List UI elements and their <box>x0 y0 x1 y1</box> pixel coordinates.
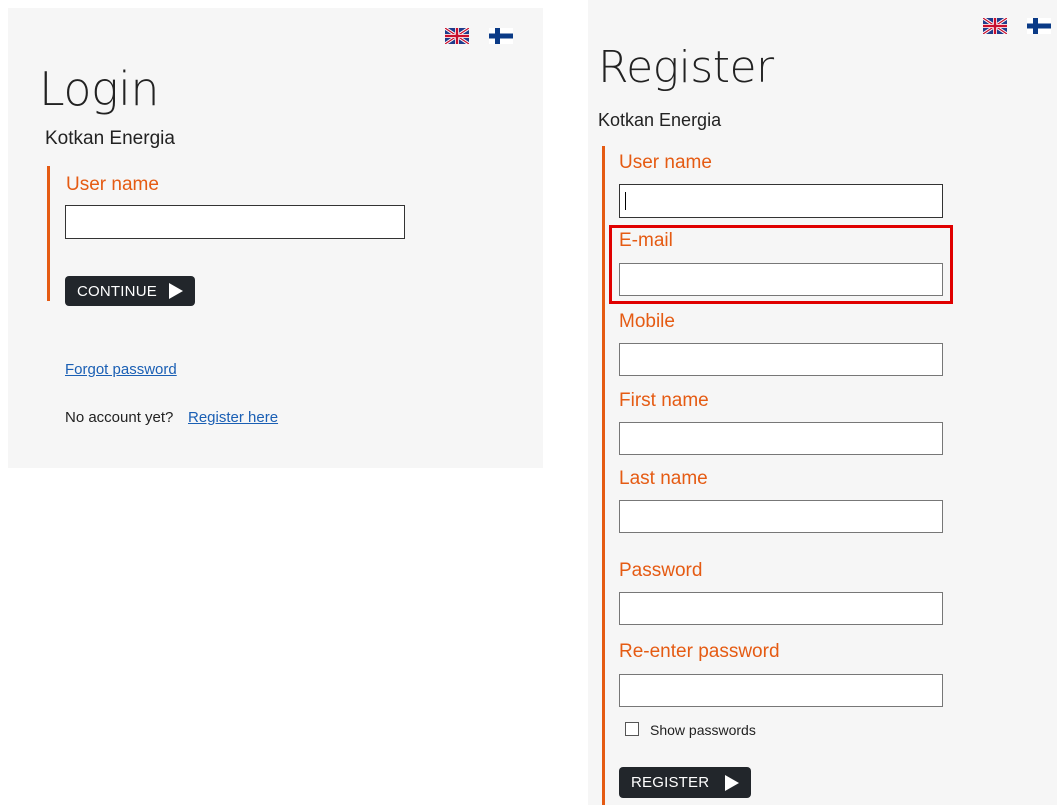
username-input[interactable] <box>65 205 405 239</box>
finnish-flag-icon[interactable] <box>1027 18 1051 34</box>
first-name-input[interactable] <box>619 422 943 455</box>
password-label: Password <box>619 560 703 581</box>
reenter-password-label: Re-enter password <box>619 641 780 662</box>
register-button[interactable]: REGISTER <box>619 767 752 798</box>
show-passwords-label: Show passwords <box>650 722 756 738</box>
form-accent-bar <box>47 166 50 301</box>
page-title: Register <box>598 42 774 93</box>
form-accent-bar <box>602 146 605 805</box>
text-caret <box>625 192 626 210</box>
first-name-label: First name <box>619 390 709 411</box>
page-title: Login <box>39 62 160 116</box>
no-account-text: No account yet? <box>65 409 174 426</box>
continue-label: CONTINUE <box>77 282 157 300</box>
last-name-input[interactable] <box>619 500 943 533</box>
username-input[interactable] <box>619 184 943 218</box>
english-flag-icon[interactable] <box>983 18 1007 34</box>
organization-name: Kotkan Energia <box>45 128 175 149</box>
forgot-password-link[interactable]: Forgot password <box>65 361 177 378</box>
username-label: User name <box>66 174 159 195</box>
mobile-label: Mobile <box>619 311 675 332</box>
english-flag-icon[interactable] <box>445 28 469 44</box>
password-input[interactable] <box>619 592 943 625</box>
play-arrow-icon <box>725 774 740 791</box>
play-arrow-icon <box>168 283 183 299</box>
mobile-input[interactable] <box>619 343 943 376</box>
email-input[interactable] <box>619 263 943 296</box>
register-label: REGISTER <box>631 774 710 791</box>
username-label: User name <box>619 152 712 173</box>
register-panel: Register Kotkan Energia User name E-mail… <box>588 0 1057 805</box>
email-label: E-mail <box>619 230 673 251</box>
finnish-flag-icon[interactable] <box>489 28 513 44</box>
continue-button[interactable]: CONTINUE <box>65 276 195 306</box>
organization-name: Kotkan Energia <box>598 110 722 130</box>
register-here-link[interactable]: Register here <box>188 409 278 426</box>
reenter-password-input[interactable] <box>619 674 943 707</box>
login-panel: Login Kotkan Energia User name CONTINUE … <box>8 8 543 468</box>
language-selector <box>445 28 513 44</box>
language-selector <box>983 18 1051 34</box>
show-passwords-checkbox[interactable] <box>625 722 639 736</box>
last-name-label: Last name <box>619 468 708 489</box>
